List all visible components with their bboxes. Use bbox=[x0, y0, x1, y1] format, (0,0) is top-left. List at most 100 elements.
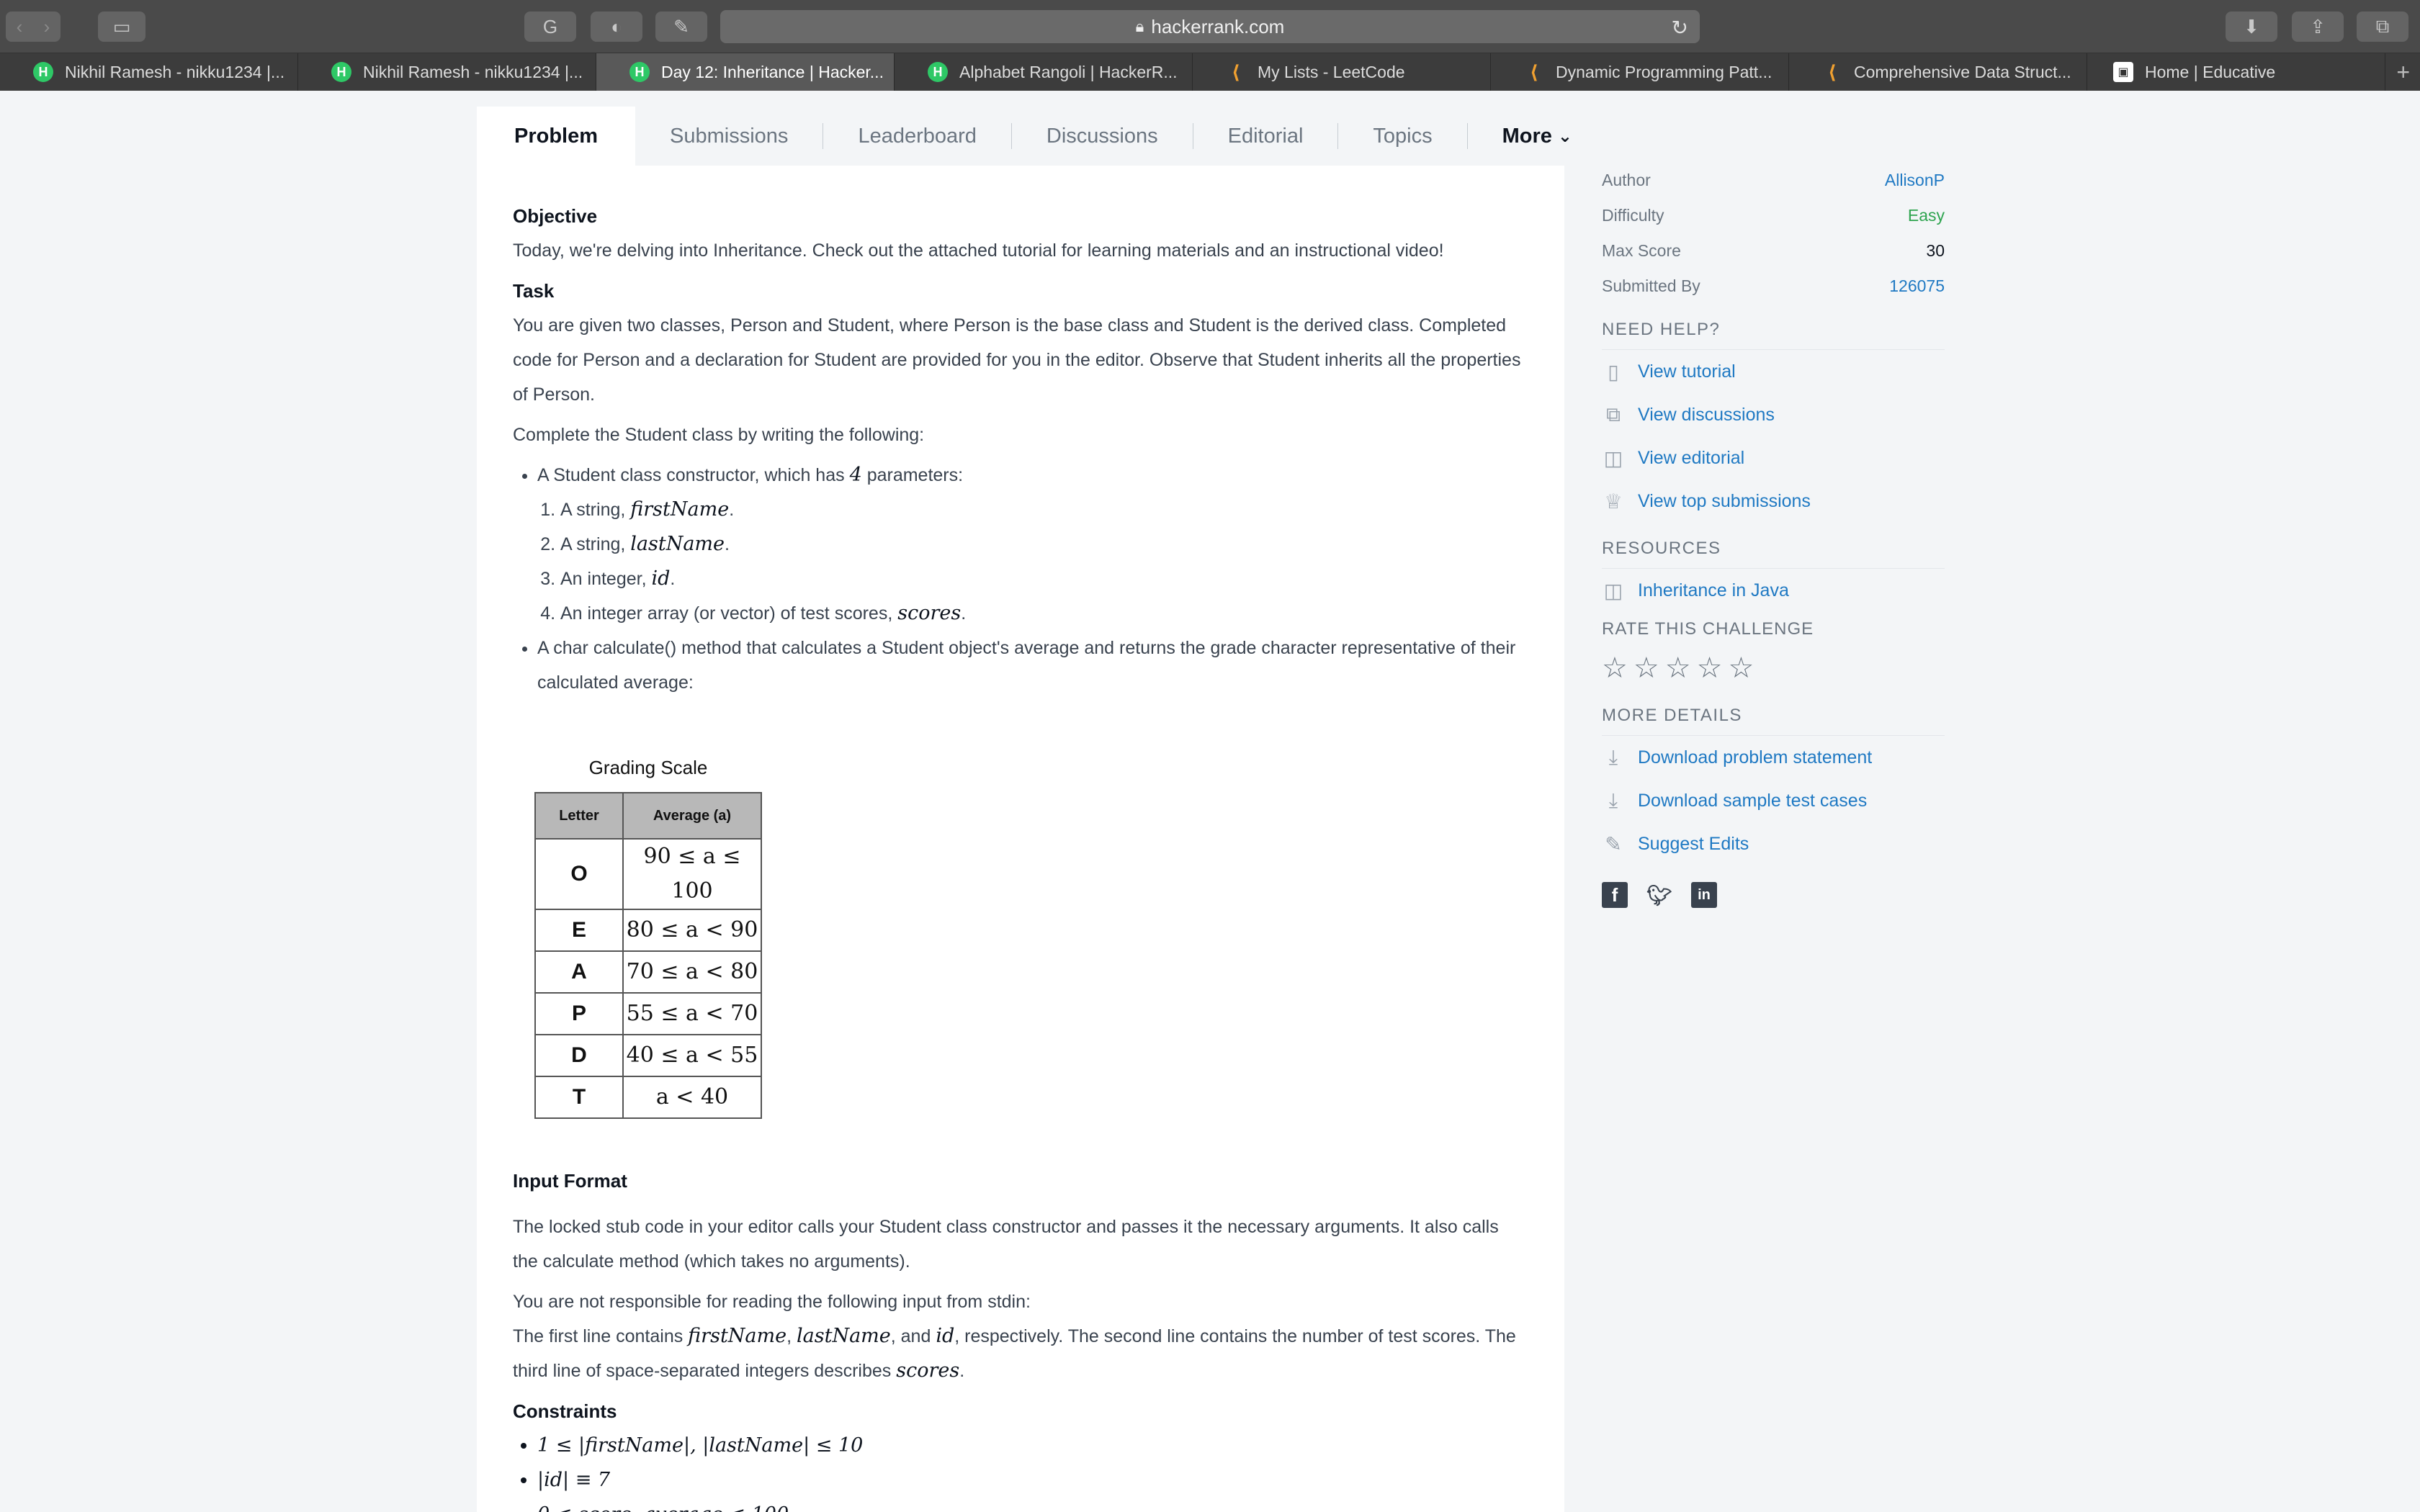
twitter-icon[interactable]: 🐦︎ bbox=[1646, 882, 1672, 908]
tab-leaderboard[interactable]: Leaderboard bbox=[823, 107, 1010, 166]
input-text: , bbox=[786, 1326, 797, 1346]
chat-icon: ⧉ bbox=[1606, 402, 1621, 426]
grade-range: a < 40 bbox=[622, 1076, 762, 1119]
view-top-submissions-link[interactable]: ♕ View top submissions bbox=[1602, 480, 1945, 523]
tab-overview-icon[interactable]: ⧉ bbox=[2357, 12, 2408, 42]
column-header-average: Average (a) bbox=[622, 792, 762, 840]
constraints-heading: Constraints bbox=[513, 1400, 617, 1422]
tab-title: Day 12: Inheritance | Hacker... bbox=[661, 62, 884, 81]
download-problem-statement-link[interactable]: ⤓ Download problem statement bbox=[1602, 736, 1945, 779]
star-icon[interactable]: ☆ bbox=[1728, 654, 1754, 683]
download-sample-test-cases-link[interactable]: ⤓ Download sample test cases bbox=[1602, 779, 1945, 822]
param-text: A string, bbox=[560, 500, 631, 520]
param-text: . bbox=[961, 603, 967, 624]
tab-topics[interactable]: Topics bbox=[1338, 107, 1466, 166]
input-lines-text: The first line contains firstName, lastN… bbox=[513, 1319, 1528, 1388]
back-icon[interactable]: ‹ bbox=[6, 16, 33, 38]
star-icon[interactable]: ☆ bbox=[1697, 654, 1723, 683]
forward-icon[interactable]: › bbox=[33, 16, 60, 38]
browser-tab-6[interactable]: ⟨ Comprehensive Data Struct... bbox=[1789, 53, 2087, 91]
list-item: An integer array (or vector) of test sco… bbox=[560, 596, 1528, 631]
math-value: lastName bbox=[630, 533, 725, 555]
tab-title: Home | Educative bbox=[2145, 62, 2276, 81]
tab-title: Alphabet Rangoli | HackerR... bbox=[959, 62, 1178, 81]
suggest-edits-link[interactable]: ✎ Suggest Edits bbox=[1602, 822, 1945, 865]
list-item: 0 ≤ score, average ≤ 100 bbox=[537, 1498, 1528, 1512]
trophy-icon: ♕ bbox=[1604, 490, 1623, 513]
browser-tab-5[interactable]: ⟨ Dynamic Programming Patt... bbox=[1491, 53, 1789, 91]
math-value: firstName bbox=[688, 1325, 787, 1347]
view-discussions-link[interactable]: ⧉ View discussions bbox=[1602, 393, 1945, 436]
grade-letter: D bbox=[534, 1034, 624, 1077]
browser-tab-2[interactable]: H Day 12: Inheritance | Hacker... bbox=[596, 53, 895, 91]
grade-range: 55 ≤ a < 70 bbox=[622, 992, 762, 1035]
grammarly-extension-icon[interactable]: G bbox=[524, 12, 576, 42]
star-icon[interactable]: ☆ bbox=[1602, 654, 1628, 683]
submitted-by-label: Submitted By bbox=[1602, 276, 1700, 295]
max-score-row: Max Score 30 bbox=[1602, 233, 1945, 269]
table-row: P 55 ≤ a < 70 bbox=[534, 992, 762, 1035]
table-row: O 90 ≤ a ≤ 100 bbox=[534, 838, 762, 910]
sidebar-toggle-icon[interactable]: ▭ bbox=[98, 12, 145, 42]
browser-tab-3[interactable]: H Alphabet Rangoli | HackerR... bbox=[895, 53, 1193, 91]
share-icon[interactable]: ⇪ bbox=[2292, 12, 2344, 42]
tab-title: Dynamic Programming Patt... bbox=[1556, 62, 1773, 81]
more-details-heading: MORE DETAILS bbox=[1602, 701, 1945, 736]
input-text: The first line contains bbox=[513, 1326, 689, 1346]
tab-problem[interactable]: Problem bbox=[477, 107, 636, 166]
math-value: lastName bbox=[797, 1325, 891, 1347]
star-icon[interactable]: ☆ bbox=[1665, 654, 1691, 683]
bullet-text: A Student class constructor, which has bbox=[537, 465, 850, 485]
requirements-list: A char calculate() method that calculate… bbox=[537, 631, 1528, 700]
resources-heading: RESOURCES bbox=[1602, 534, 1945, 569]
grade-range: 80 ≤ a < 90 bbox=[622, 909, 762, 952]
new-tab-icon[interactable]: + bbox=[2385, 53, 2420, 91]
grade-letter: O bbox=[534, 838, 624, 910]
math-value: id bbox=[651, 567, 671, 590]
view-editorial-link[interactable]: ◫ View editorial bbox=[1602, 436, 1945, 480]
tab-submissions[interactable]: Submissions bbox=[635, 107, 823, 166]
browser-tab-4[interactable]: ⟨ My Lists - LeetCode bbox=[1193, 53, 1491, 91]
address-bar[interactable]: 🔒︎ hackerrank.com ↻ bbox=[720, 10, 1700, 43]
link-label: Download sample test cases bbox=[1638, 790, 1868, 811]
table-row: Ta < 40 bbox=[534, 1076, 762, 1119]
list-item: |id| ≡ 7 bbox=[537, 1463, 1528, 1498]
link-label: Download problem statement bbox=[1638, 747, 1873, 768]
input-text: , and bbox=[890, 1326, 936, 1346]
table-row: A 70 ≤ a < 80 bbox=[534, 950, 762, 994]
lock-icon: 🔒︎ bbox=[1135, 17, 1144, 35]
reload-icon[interactable]: ↻ bbox=[1672, 16, 1688, 40]
facebook-icon[interactable]: f bbox=[1602, 882, 1628, 908]
tab-discussions[interactable]: Discussions bbox=[1012, 107, 1193, 166]
submitted-by-value[interactable]: 126075 bbox=[1889, 276, 1945, 296]
bullet-text: parameters: bbox=[861, 465, 964, 485]
link-label: Inheritance in Java bbox=[1638, 580, 1789, 600]
linkedin-icon[interactable]: in bbox=[1691, 882, 1717, 908]
privacy-extension-icon[interactable]: ◐ bbox=[591, 12, 642, 42]
rating-stars[interactable]: ☆ ☆ ☆ ☆ ☆ bbox=[1602, 647, 1945, 690]
leetcode-icon: ⟨ bbox=[1530, 60, 1538, 83]
back-forward-buttons[interactable]: ‹ › bbox=[6, 12, 60, 42]
view-tutorial-link[interactable]: ▯ View tutorial bbox=[1602, 350, 1945, 393]
tab-more[interactable]: More ⌄ bbox=[1468, 107, 1607, 166]
param-text: . bbox=[729, 500, 735, 520]
problem-statement: Objective Today, we're delving into Inhe… bbox=[477, 166, 1564, 1512]
hackerrank-icon: H bbox=[928, 62, 948, 82]
downloads-icon[interactable]: ⬇ bbox=[2226, 12, 2277, 42]
grade-range: 90 ≤ a ≤ 100 bbox=[622, 838, 762, 910]
math-value: 4 bbox=[849, 464, 862, 486]
browser-tab-0[interactable]: H Nikhil Ramesh - nikku1234 |... bbox=[0, 53, 298, 91]
author-link[interactable]: AllisonP bbox=[1885, 171, 1945, 190]
difficulty-value: Easy bbox=[1907, 206, 1945, 225]
inheritance-in-java-link[interactable]: ◫ Inheritance in Java bbox=[1602, 569, 1945, 612]
grade-letter: T bbox=[534, 1076, 624, 1119]
star-icon[interactable]: ☆ bbox=[1634, 654, 1659, 683]
list-item: An integer, id. bbox=[560, 562, 1528, 596]
difficulty-label: Difficulty bbox=[1602, 206, 1664, 225]
notes-extension-icon[interactable]: ✎ bbox=[655, 12, 707, 42]
tab-editorial[interactable]: Editorial bbox=[1193, 107, 1338, 166]
browser-tab-1[interactable]: H Nikhil Ramesh - nikku1234 |... bbox=[298, 53, 596, 91]
browser-tab-7[interactable]: ▣ Home | Educative bbox=[2087, 53, 2385, 91]
download-icon: ⤓ bbox=[1608, 745, 1618, 768]
objective-heading: Objective bbox=[513, 205, 598, 227]
